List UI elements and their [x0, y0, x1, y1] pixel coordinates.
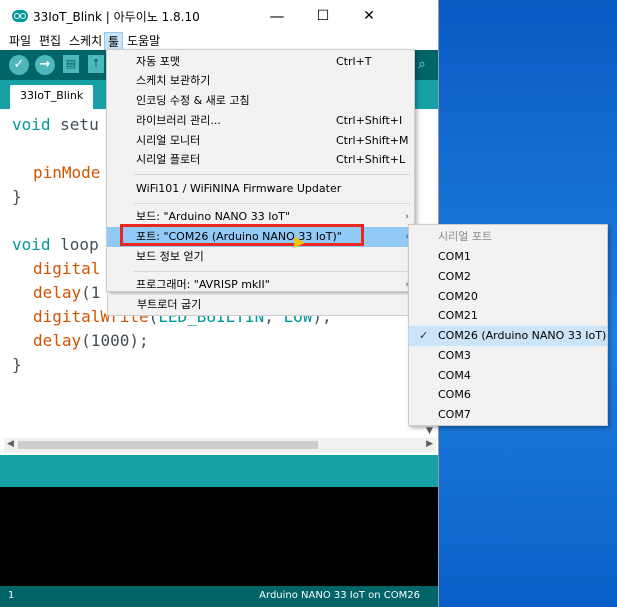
- menu-separator: [134, 271, 410, 272]
- menu-item-label: 시리얼 모니터: [136, 134, 201, 147]
- maximize-button[interactable]: ☐: [300, 0, 346, 32]
- menu-item-shortcut: Ctrl+T: [336, 55, 372, 68]
- menu-item-label: 자동 포맷: [136, 55, 180, 68]
- menu-item-board-info[interactable]: 보드 정보 얻기: [107, 247, 414, 267]
- menu-item-fix-encoding[interactable]: 인코딩 수정 & 새로 고침: [107, 91, 414, 111]
- code-text: (1000);: [81, 331, 149, 350]
- scroll-right-icon[interactable]: ▶: [426, 439, 433, 449]
- code-line: }: [12, 355, 22, 374]
- port-item-label: COM20: [438, 290, 478, 303]
- submenu-header: 시리얼 포트: [409, 227, 607, 247]
- checkmark-icon: ✓: [419, 329, 429, 342]
- menu-item-label: 보드 정보 얻기: [136, 250, 204, 263]
- upload-button[interactable]: →: [35, 55, 55, 75]
- line-number: 1: [8, 590, 15, 601]
- port-item-com1[interactable]: COM1: [409, 247, 607, 267]
- scroll-left-icon[interactable]: ◀: [7, 439, 14, 449]
- code-text: }: [12, 355, 22, 374]
- menu-item-manage-libraries[interactable]: 라이브러리 관리... Ctrl+Shift+I: [107, 111, 414, 131]
- code-keyword: void: [12, 115, 51, 134]
- port-item-com6[interactable]: COM6: [409, 385, 607, 405]
- menu-help[interactable]: 도움말: [124, 32, 163, 50]
- close-button[interactable]: ✕: [346, 0, 392, 32]
- port-item-label: COM4: [438, 369, 471, 382]
- message-bar: [0, 455, 438, 487]
- port-item-label: COM7: [438, 408, 471, 421]
- port-item-label: COM2: [438, 270, 471, 283]
- open-sketch-button[interactable]: ↑: [88, 55, 104, 73]
- tab-sketch[interactable]: 33IoT_Blink: [10, 85, 94, 109]
- port-submenu: 시리얼 포트 COM1 COM2 COM20 COM21 ✓ COM26 (Ard…: [408, 224, 608, 426]
- port-item-com20[interactable]: COM20: [409, 287, 607, 307]
- port-item-label: COM6: [438, 388, 471, 401]
- port-item-com7[interactable]: COM7: [409, 405, 607, 425]
- status-bar: 1 Arduino NANO 33 IoT on COM26: [0, 586, 438, 607]
- menu-item-firmware-updater[interactable]: WiFi101 / WiFiNINA Firmware Updater: [107, 179, 414, 199]
- code-line: }: [12, 187, 22, 206]
- menu-item-label: 인코딩 수정 & 새로 고침: [136, 94, 250, 107]
- window-title: 33IoT_Blink | 아두이노 1.8.10: [33, 10, 200, 24]
- menu-file[interactable]: 파일: [6, 32, 34, 50]
- code-text: setu: [50, 115, 99, 134]
- menu-bar: 파일 편집 스케치 툴 도움말: [0, 32, 438, 50]
- menu-item-serial-monitor[interactable]: 시리얼 모니터 Ctrl+Shift+M: [107, 131, 414, 151]
- menu-item-label: WiFi101 / WiFiNINA Firmware Updater: [136, 182, 342, 195]
- code-line: pinMode: [33, 163, 100, 182]
- minimize-button[interactable]: —: [254, 0, 300, 32]
- menu-item-archive-sketch[interactable]: 스케치 보관하기: [107, 71, 414, 91]
- menu-edit[interactable]: 편집: [36, 32, 64, 50]
- horizontal-scrollbar[interactable]: ◀ ▶: [4, 438, 436, 452]
- menu-item-label: 시리얼 플로터: [136, 153, 201, 166]
- port-item-com3[interactable]: COM3: [409, 346, 607, 366]
- serial-monitor-button[interactable]: ⌕: [412, 55, 432, 75]
- menu-item-shortcut: Ctrl+Shift+L: [336, 153, 406, 166]
- code-line: void setu: [12, 115, 99, 134]
- menu-item-shortcut: Ctrl+Shift+M: [336, 134, 409, 147]
- code-line: void loop: [12, 235, 99, 254]
- code-line: digital: [33, 259, 100, 278]
- scroll-down-icon[interactable]: ▼: [426, 426, 615, 436]
- title-bar: 33IoT_Blink | 아두이노 1.8.10 — ☐ ✕: [0, 0, 438, 32]
- menu-item-burn-bootloader[interactable]: 부트로더 굽기: [107, 295, 416, 316]
- scrollbar-thumb[interactable]: [18, 441, 318, 449]
- menu-item-auto-format[interactable]: 자동 포맷 Ctrl+T: [107, 52, 414, 72]
- code-function: digital: [33, 259, 101, 278]
- port-item-label: COM1: [438, 250, 471, 263]
- menu-item-programmer[interactable]: 프로그래머: "AVRISP mkII"›: [107, 275, 414, 295]
- tools-menu: 자동 포맷 Ctrl+T 스케치 보관하기 인코딩 수정 & 새로 고침 라이브러…: [106, 49, 415, 292]
- code-line: delay(1: [33, 283, 100, 302]
- port-item-com21[interactable]: COM21: [409, 306, 607, 326]
- code-text: }: [12, 187, 22, 206]
- menu-sketch[interactable]: 스케치: [66, 32, 105, 50]
- submenu-header-label: 시리얼 포트: [438, 230, 493, 243]
- board-port-info: Arduino NANO 33 IoT on COM26: [259, 590, 420, 601]
- port-item-label: COM26 (Arduino NANO 33 IoT): [438, 329, 607, 342]
- code-function: delay: [33, 283, 82, 302]
- code-keyword: void: [12, 235, 51, 254]
- code-text: (1: [81, 283, 101, 302]
- menu-separator: [134, 203, 410, 204]
- port-item-com2[interactable]: COM2: [409, 267, 607, 287]
- annotation-highlight-box: [120, 224, 364, 246]
- console-output: [0, 487, 438, 586]
- port-item-label: COM3: [438, 349, 471, 362]
- menu-tools[interactable]: 툴: [104, 32, 124, 50]
- port-item-com26[interactable]: ✓ COM26 (Arduino NANO 33 IoT): [409, 326, 607, 346]
- port-item-label: COM21: [438, 309, 478, 322]
- menu-separator: [134, 174, 410, 175]
- code-line: delay(1000);: [33, 331, 149, 350]
- menu-item-shortcut: Ctrl+Shift+I: [336, 114, 403, 127]
- verify-button[interactable]: ✓: [9, 55, 29, 75]
- code-text: loop: [50, 235, 99, 254]
- code-function: delay: [33, 331, 82, 350]
- menu-item-label: 라이브러리 관리...: [136, 114, 221, 127]
- code-function: pinMode: [33, 163, 101, 182]
- menu-item-serial-plotter[interactable]: 시리얼 플로터 Ctrl+Shift+L: [107, 150, 414, 170]
- new-sketch-button[interactable]: ▤: [63, 55, 79, 73]
- menu-item-label: 프로그래머: "AVRISP mkII": [136, 278, 270, 291]
- arduino-logo-icon: [12, 10, 28, 22]
- port-item-com4[interactable]: COM4: [409, 366, 607, 386]
- menu-item-label: 부트로더 굽기: [137, 298, 202, 311]
- menu-item-label: 스케치 보관하기: [136, 74, 211, 87]
